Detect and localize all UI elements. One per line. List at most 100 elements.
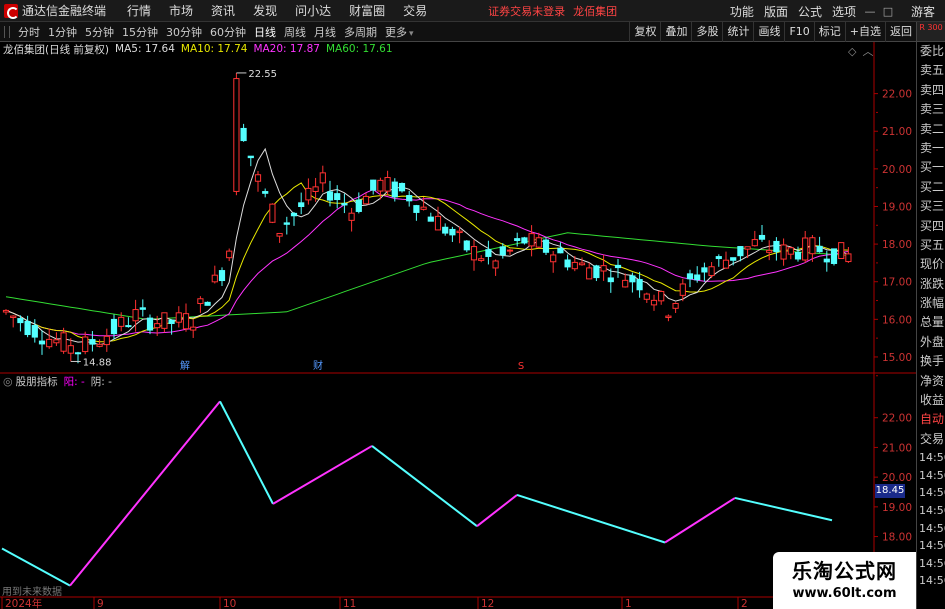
chart-stock-title[interactable]: 龙佰集团(日线 前复权) xyxy=(3,42,109,57)
candle-body xyxy=(38,340,46,345)
indicator-segment xyxy=(219,400,274,505)
period-60min[interactable]: 60分钟 xyxy=(206,24,250,40)
side-label-9: 买四 xyxy=(920,218,945,233)
candle-body xyxy=(766,249,773,253)
candle-body xyxy=(391,181,398,198)
indicator-yin-label: 阴: - xyxy=(90,375,112,388)
tool-overlay[interactable]: 叠加 xyxy=(660,22,691,42)
indicator-segment xyxy=(516,494,666,544)
candle-body xyxy=(485,249,492,257)
menu-market[interactable]: 市场 xyxy=(160,2,202,19)
candle-body xyxy=(233,78,240,192)
menu-options[interactable]: 选项 xyxy=(827,3,861,20)
period-monthly[interactable]: 月线 xyxy=(310,24,340,40)
period-multi[interactable]: 多周期 xyxy=(340,24,381,40)
side-time-1: 14:56 xyxy=(919,468,945,482)
indicator-name[interactable]: 股朋指标 xyxy=(16,374,58,389)
login-notice[interactable]: 证券交易未登录 xyxy=(488,3,565,19)
toolbar-handle-icon[interactable] xyxy=(4,25,10,38)
xtick-label: 12 xyxy=(481,598,494,609)
candle-body xyxy=(305,187,312,201)
main-ytick-label: 20.00 xyxy=(882,164,912,176)
ind-ytick-label: 20.00 xyxy=(882,472,912,484)
candle-body xyxy=(197,298,204,304)
menu-formula[interactable]: 公式 xyxy=(793,3,827,20)
side-label-3: 卖三 xyxy=(920,102,945,117)
menu-trade[interactable]: 交易 xyxy=(394,2,436,19)
kline-chart[interactable]: 22.00 21.00 20.00 19.00 18.00 17.00 16.00 15.00… xyxy=(0,42,916,609)
side-trade-button[interactable]: 交易 xyxy=(917,430,945,449)
candle-body xyxy=(686,273,694,280)
candle-body xyxy=(542,239,550,253)
side-label-8: 买三 xyxy=(920,199,945,214)
menu-discover[interactable]: 发现 xyxy=(244,2,286,19)
chart-collapse-icon[interactable]: ︿ xyxy=(862,43,873,59)
minimize-icon[interactable]: — xyxy=(861,5,879,18)
candle-body xyxy=(290,212,298,217)
candle-body xyxy=(74,352,82,355)
tool-add-favorite[interactable]: +自选 xyxy=(844,22,885,42)
menu-function[interactable]: 功能 xyxy=(725,3,759,20)
tool-draw-line[interactable]: 画线 xyxy=(753,22,784,42)
menu-wealth[interactable]: 财富圈 xyxy=(340,2,394,19)
tool-back[interactable]: 返回 xyxy=(885,22,916,42)
candle-body xyxy=(298,202,305,208)
candle-body xyxy=(262,191,269,194)
ma5-label: MA5: 17.64 xyxy=(115,43,175,55)
chart-settings-icon[interactable]: ◇ xyxy=(848,45,856,58)
indicator-settings-icon[interactable]: ◎ xyxy=(3,375,13,388)
tool-mark[interactable]: 标记 xyxy=(813,22,845,42)
candle-body xyxy=(787,247,794,255)
period-timeshare[interactable]: 分时 xyxy=(14,24,44,40)
ma10-polyline xyxy=(5,182,849,343)
period-weekly[interactable]: 周线 xyxy=(280,24,310,40)
candle-body xyxy=(53,339,60,344)
main-ytick-label: 17.00 xyxy=(882,277,912,289)
candle-body xyxy=(211,274,218,283)
xtick-label: 11 xyxy=(343,598,356,609)
tool-f10[interactable]: F10 xyxy=(784,22,813,42)
candle-body xyxy=(254,174,262,182)
candle-body xyxy=(370,179,377,191)
menu-ask[interactable]: 问小达 xyxy=(286,2,340,19)
candle-body xyxy=(384,177,391,192)
tool-restore-rights[interactable]: 复权 xyxy=(629,22,660,42)
period-more[interactable]: 更多 ▾ xyxy=(381,24,418,40)
side-label-13: 涨幅 xyxy=(920,296,945,311)
period-5min[interactable]: 5分钟 xyxy=(81,24,118,40)
period-1min[interactable]: 1分钟 xyxy=(44,24,81,40)
candle-body xyxy=(341,203,348,206)
candle-body xyxy=(514,238,521,241)
candle-body xyxy=(715,256,722,260)
period-15min[interactable]: 15分钟 xyxy=(118,24,162,40)
tool-statistics[interactable]: 统计 xyxy=(722,22,753,42)
guest-user[interactable]: 游客 xyxy=(911,3,935,20)
candle-body xyxy=(218,270,226,282)
chart-axes: 22.00 21.00 20.00 19.00 18.00 17.00 16.00 15.00… xyxy=(0,42,916,609)
side-trade-times: 14:56 14:56 14:56 14:56 14:56 14:56 14:56 14:56 xyxy=(917,449,945,590)
candle-body xyxy=(658,290,665,302)
menu-news[interactable]: 资讯 xyxy=(202,2,244,19)
side-r-box[interactable]: R 300 xyxy=(917,22,945,42)
candle-body xyxy=(2,309,10,313)
candle-body xyxy=(398,182,406,192)
ma10-line xyxy=(5,182,849,343)
high-label: 22.55 xyxy=(248,69,277,80)
candle-body xyxy=(168,319,175,324)
candle-body xyxy=(679,283,686,296)
indicator-segment xyxy=(1,547,71,587)
indicator-header: ◎ 股朋指标 阳: - 阴: - xyxy=(0,374,112,388)
menu-layout[interactable]: 版面 xyxy=(759,3,793,20)
period-30min[interactable]: 30分钟 xyxy=(162,24,206,40)
side-time-4: 14:56 xyxy=(919,521,945,535)
menu-quotes[interactable]: 行情 xyxy=(118,2,160,19)
tool-multi-stock[interactable]: 多股 xyxy=(691,22,722,42)
candle-body xyxy=(607,277,614,283)
ind-ytick-label: 18.00 xyxy=(882,532,912,544)
candle-body xyxy=(535,237,542,248)
maximize-icon[interactable]: □ xyxy=(879,5,897,18)
period-daily[interactable]: 日线 xyxy=(250,24,280,40)
candle-body xyxy=(283,222,290,225)
side-auto-button[interactable]: 自动 xyxy=(917,410,945,429)
app-logo-icon xyxy=(4,3,19,19)
